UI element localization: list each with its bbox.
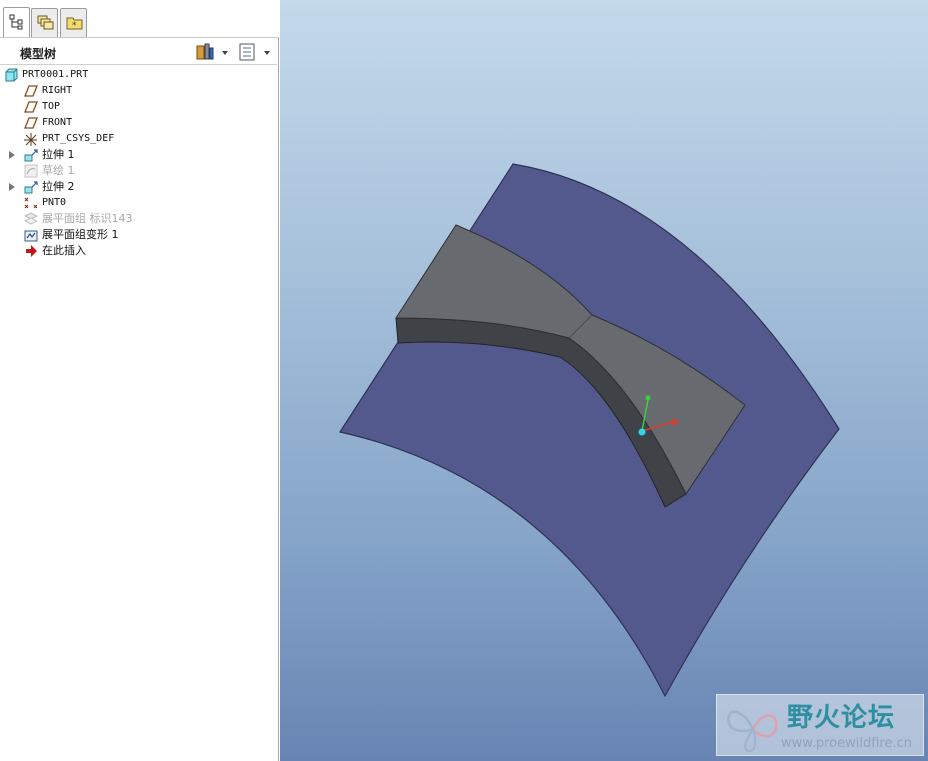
tab-layers[interactable] (31, 8, 58, 37)
coordinate-system-icon (24, 133, 37, 146)
tree-item-label: 拉伸 1 (42, 148, 75, 161)
butterfly-logo-icon (727, 710, 778, 753)
tree-item-label: FRONT (42, 117, 73, 128)
svg-text:*: * (72, 21, 77, 31)
tree-item-label: 拉伸 2 (42, 180, 75, 193)
watermark-url: www.proewildfire.cn (781, 736, 912, 751)
tree-item-label: 展平面组 标识143 (42, 212, 133, 225)
tree-settings-icon (196, 43, 228, 60)
tree-item-insert-here[interactable]: 在此插入 (0, 243, 277, 259)
sketch-icon (24, 164, 38, 178)
tree-item-label: PRT_CSYS_DEF (42, 133, 115, 144)
part-icon (5, 68, 18, 82)
tree-item-label: TOP (42, 101, 61, 112)
tree-item-right-plane[interactable]: RIGHT (0, 83, 277, 99)
model-tree-icon (9, 14, 23, 30)
tree-settings-button[interactable] (195, 42, 233, 62)
graphics-viewport[interactable] (280, 0, 928, 761)
model-tree-panel: * 模型树 PRT0001.PRT RIGHT TOP FRONT PRT_CS… (0, 0, 279, 761)
tree-item-flatten-deform[interactable]: 展平面组变形 1 (0, 227, 277, 243)
tree-item-label: 草绘 1 (42, 164, 75, 177)
datum-point-icon (24, 197, 37, 209)
tab-favorites[interactable]: * (60, 8, 87, 37)
tab-model-tree[interactable] (3, 7, 30, 37)
tree-columns-button[interactable] (238, 42, 274, 62)
expand-arrow-icon[interactable] (9, 151, 15, 159)
tree-item-front-plane[interactable]: FRONT (0, 115, 277, 131)
tree-item-csys[interactable]: PRT_CSYS_DEF (0, 131, 277, 147)
layers-icon (37, 15, 54, 30)
tree-item-extrude-2[interactable]: 拉伸 2 (0, 179, 277, 195)
flatten-quilt-icon (24, 212, 38, 225)
forum-watermark: 野火论坛 www.proewildfire.cn (716, 694, 924, 756)
tree-item-flatten-quilt[interactable]: 展平面组 标识143 (0, 211, 277, 227)
tree-item-label: PRT0001.PRT (22, 69, 89, 80)
extrude-icon (24, 181, 38, 194)
datum-plane-icon (24, 85, 38, 97)
3d-model[interactable] (280, 0, 928, 761)
navigator-tab-strip: * (0, 0, 279, 38)
tree-item-label: PNT0 (42, 197, 67, 208)
panel-title: 模型树 (20, 47, 57, 61)
tree-item-label: 在此插入 (42, 244, 86, 257)
flatten-deform-icon (24, 230, 38, 242)
datum-plane-icon (24, 117, 38, 129)
tree-columns-icon (239, 43, 270, 61)
tree-item-top-plane[interactable]: TOP (0, 99, 277, 115)
tree-item-label: RIGHT (42, 85, 73, 96)
tree-item-pnt0[interactable]: PNT0 (0, 195, 277, 211)
tree-item-root-part[interactable]: PRT0001.PRT (0, 67, 277, 83)
tree-item-label: 展平面组变形 1 (42, 228, 119, 241)
expand-arrow-icon[interactable] (9, 183, 15, 191)
model-tree-header: 模型树 (0, 39, 277, 65)
curved-surface (339, 163, 840, 698)
tree-item-sketch-1[interactable]: 草绘 1 (0, 163, 277, 179)
watermark-title: 野火论坛 (787, 703, 896, 733)
favorites-folder-icon: * (66, 17, 83, 31)
datum-plane-icon (24, 101, 38, 113)
extrude-icon (24, 149, 38, 162)
insert-here-arrow-icon (26, 245, 37, 257)
tree-item-extrude-1[interactable]: 拉伸 1 (0, 147, 277, 163)
